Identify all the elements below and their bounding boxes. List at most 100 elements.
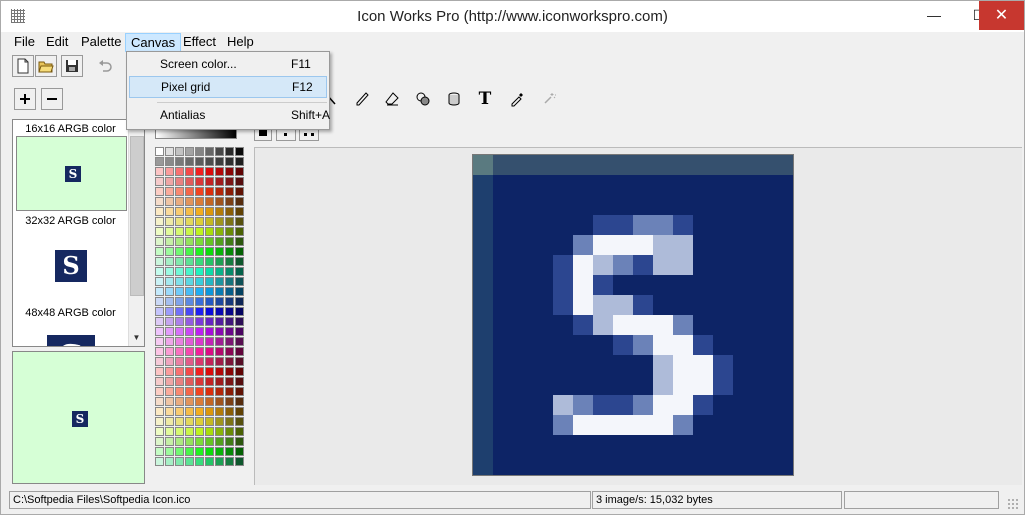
canvas-pixel[interactable] <box>593 155 613 175</box>
palette-swatch[interactable] <box>165 287 174 296</box>
canvas-pixel[interactable] <box>673 235 693 255</box>
canvas-pixel[interactable] <box>633 455 653 475</box>
canvas-pixel[interactable] <box>493 175 513 195</box>
canvas-pixel[interactable] <box>533 455 553 475</box>
palette-swatch[interactable] <box>205 177 214 186</box>
palette-swatch[interactable] <box>225 177 234 186</box>
canvas-pixel[interactable] <box>693 455 713 475</box>
palette-swatch[interactable] <box>165 327 174 336</box>
undo-button[interactable] <box>94 55 116 77</box>
canvas-pixel[interactable] <box>733 335 753 355</box>
canvas-pixel[interactable] <box>673 395 693 415</box>
canvas-pixel[interactable] <box>733 255 753 275</box>
canvas-pixel[interactable] <box>513 455 533 475</box>
palette-swatch[interactable] <box>195 317 204 326</box>
palette-swatch[interactable] <box>195 337 204 346</box>
canvas-pixel[interactable] <box>673 155 693 175</box>
palette-swatch[interactable] <box>165 367 174 376</box>
canvas-pixel[interactable] <box>733 315 753 335</box>
canvas-pixel[interactable] <box>733 295 753 315</box>
canvas-pixel[interactable] <box>773 295 793 315</box>
canvas-pixel[interactable] <box>473 335 493 355</box>
canvas-pixel[interactable] <box>773 175 793 195</box>
palette-swatch[interactable] <box>225 367 234 376</box>
canvas-pixel[interactable] <box>733 175 753 195</box>
palette-swatch[interactable] <box>185 167 194 176</box>
palette-swatch[interactable] <box>185 347 194 356</box>
palette-swatch[interactable] <box>185 387 194 396</box>
palette-swatch[interactable] <box>195 227 204 236</box>
canvas-pixel[interactable] <box>533 295 553 315</box>
palette-swatch[interactable] <box>205 317 214 326</box>
palette-swatch[interactable] <box>165 317 174 326</box>
palette-swatch[interactable] <box>175 357 184 366</box>
palette-swatch[interactable] <box>215 197 224 206</box>
canvas-pixel[interactable] <box>553 395 573 415</box>
palette-swatch[interactable] <box>235 367 244 376</box>
palette-swatch[interactable] <box>205 187 214 196</box>
magic-wand-tool[interactable] <box>538 88 560 110</box>
canvas-pixel[interactable] <box>593 275 613 295</box>
palette-swatch[interactable] <box>225 407 234 416</box>
palette-swatch[interactable] <box>175 347 184 356</box>
canvas-pixel[interactable] <box>713 415 733 435</box>
canvas-pixel[interactable] <box>613 355 633 375</box>
canvas-pixel[interactable] <box>513 275 533 295</box>
palette-swatch[interactable] <box>165 297 174 306</box>
canvas-pixel[interactable] <box>573 235 593 255</box>
canvas-pixel[interactable] <box>553 315 573 335</box>
palette-swatch[interactable] <box>155 237 164 246</box>
palette-swatch[interactable] <box>195 377 204 386</box>
canvas-pixel[interactable] <box>593 415 613 435</box>
image-label-48[interactable]: 48x48 ARGB color <box>13 307 128 319</box>
canvas-pixel[interactable] <box>753 255 773 275</box>
palette-swatch[interactable] <box>175 217 184 226</box>
palette-swatch[interactable] <box>225 357 234 366</box>
palette-swatch[interactable] <box>165 457 174 466</box>
canvas-pixel[interactable] <box>753 375 773 395</box>
palette-swatch[interactable] <box>165 357 174 366</box>
canvas-pixel[interactable] <box>473 395 493 415</box>
palette-swatch[interactable] <box>165 197 174 206</box>
canvas-pixel[interactable] <box>693 235 713 255</box>
palette-swatch[interactable] <box>195 327 204 336</box>
canvas-pixel[interactable] <box>713 235 733 255</box>
zoom-out-button[interactable] <box>41 88 63 110</box>
canvas-pixel[interactable] <box>753 195 773 215</box>
canvas-pixel[interactable] <box>553 215 573 235</box>
palette-swatch[interactable] <box>225 397 234 406</box>
canvas-pixel[interactable] <box>733 155 753 175</box>
palette-swatch[interactable] <box>175 437 184 446</box>
palette-swatch[interactable] <box>155 227 164 236</box>
canvas-pixel[interactable] <box>533 155 553 175</box>
palette-swatch[interactable] <box>225 157 234 166</box>
palette-swatch[interactable] <box>195 427 204 436</box>
canvas-pixel[interactable] <box>773 275 793 295</box>
menu-palette[interactable]: Palette <box>76 33 126 52</box>
palette-swatch[interactable] <box>185 227 194 236</box>
palette-swatch[interactable] <box>175 337 184 346</box>
palette-swatch[interactable] <box>195 437 204 446</box>
palette-swatch[interactable] <box>195 357 204 366</box>
palette-swatch[interactable] <box>185 367 194 376</box>
palette-swatch[interactable] <box>225 247 234 256</box>
canvas-pixel[interactable] <box>653 155 673 175</box>
canvas-pixel[interactable] <box>773 195 793 215</box>
palette-swatch[interactable] <box>205 447 214 456</box>
palette-swatch[interactable] <box>235 187 244 196</box>
palette-swatch[interactable] <box>195 277 204 286</box>
canvas-pixel[interactable] <box>653 195 673 215</box>
palette-swatch[interactable] <box>235 177 244 186</box>
palette-swatch[interactable] <box>225 227 234 236</box>
save-button[interactable] <box>61 55 83 77</box>
canvas-pixel[interactable] <box>593 315 613 335</box>
palette-swatch[interactable] <box>225 217 234 226</box>
scroll-down-icon[interactable]: ▼ <box>129 330 144 346</box>
palette-swatch[interactable] <box>165 407 174 416</box>
palette-swatch[interactable] <box>215 457 224 466</box>
palette-swatch[interactable] <box>185 357 194 366</box>
minimize-button[interactable]: — <box>911 1 957 30</box>
canvas-pixel[interactable] <box>753 235 773 255</box>
palette-swatch[interactable] <box>225 307 234 316</box>
canvas-pixel[interactable] <box>773 435 793 455</box>
